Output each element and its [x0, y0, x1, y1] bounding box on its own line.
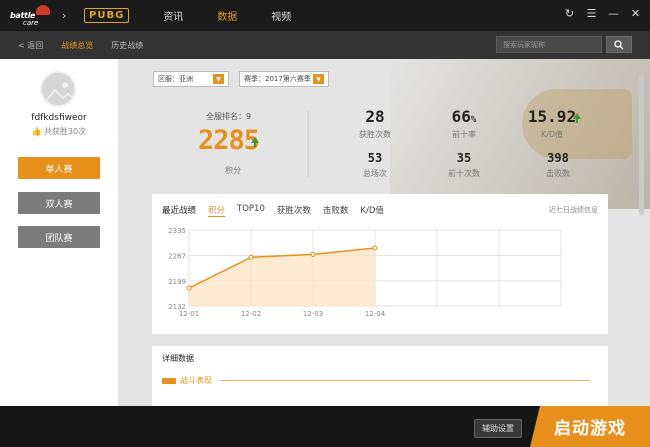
detail-title: 详细数据	[162, 353, 194, 364]
season-select[interactable]: 赛季：2017第六赛季 ▼	[239, 71, 329, 87]
pubg-game-logo[interactable]: PUBG	[84, 8, 129, 23]
refresh-icon[interactable]: ↻	[563, 7, 576, 20]
stat-matches-value: 53	[345, 151, 405, 165]
chevron-down-icon: ▼	[313, 74, 324, 84]
region-value: 区服：亚洲	[158, 74, 193, 84]
battlecare-logo[interactable]: battle care	[6, 0, 62, 31]
player-search-input[interactable]: 搜索玩家昵称	[496, 36, 602, 53]
tab-recent[interactable]: 最近战绩	[162, 204, 196, 217]
mode-duo-button[interactable]: 双人赛	[18, 192, 100, 214]
tab-kd[interactable]: K/D值	[360, 204, 383, 217]
wins-count: 👍共获胜30次	[0, 126, 118, 137]
detail-card: 详细数据 战斗表现	[152, 346, 608, 406]
tab-score[interactable]: 积分	[208, 204, 225, 217]
score-trend-chart: 213221992267233512-0112-0212-0312-04	[152, 224, 608, 332]
region-select[interactable]: 区服：亚洲 ▼	[153, 71, 229, 87]
tab-overview[interactable]: 战绩总览	[61, 40, 93, 51]
series-area	[189, 248, 375, 306]
assist-settings-button[interactable]: 辅助设置	[474, 419, 522, 438]
divider	[308, 111, 309, 177]
chevron-down-icon: ▼	[213, 74, 224, 84]
nav-tab-news[interactable]: 资讯	[163, 8, 183, 23]
wins-text: 共获胜30次	[44, 127, 86, 136]
minimize-icon[interactable]: —	[607, 7, 620, 20]
sub-bar: < 返回 战绩总览 历史战绩 搜索玩家昵称	[0, 31, 650, 59]
server-rank: 全服排名：9	[206, 111, 251, 122]
mode-squad-button[interactable]: 团队赛	[18, 226, 100, 248]
launch-game-button[interactable]: 启动游戏	[530, 406, 650, 447]
helmet-icon	[36, 5, 50, 15]
gun-icon	[162, 378, 176, 384]
stat-top10-count-value: 35	[434, 151, 494, 165]
stat-top10-count-label: 前十次数	[434, 168, 494, 179]
tab-top10[interactable]: TOP10	[237, 204, 265, 217]
data-point	[373, 246, 377, 250]
data-point	[311, 252, 315, 256]
stat-kills-label: 击败数	[528, 168, 588, 179]
avatar-placeholder-icon	[42, 73, 76, 107]
back-link[interactable]: < 返回	[18, 40, 43, 51]
combat-section-title: 战斗表现	[180, 375, 212, 386]
menu-icon[interactable]: ☰	[585, 7, 598, 20]
medal-icon: 👍	[32, 127, 42, 136]
score-label: 积分	[225, 165, 241, 176]
stat-wins-value: 28	[345, 107, 405, 126]
search-icon	[614, 40, 624, 50]
season-value: 赛季：2017第六赛季	[244, 74, 311, 84]
y-tick-label: 2335	[168, 227, 186, 235]
data-point	[249, 255, 253, 259]
top-bar: battle care › PUBG 资讯 数据 视频 ↻ ☰ — ✕	[0, 0, 650, 31]
x-tick-label: 12-03	[303, 310, 323, 318]
data-point	[187, 286, 191, 290]
stat-kd-label: K/D值	[522, 129, 582, 140]
bottom-bar: 辅助设置 启动游戏	[0, 406, 650, 447]
nav-tab-video[interactable]: 视频	[271, 8, 291, 23]
scrollbar[interactable]	[639, 75, 644, 215]
logo-text-care: care	[23, 19, 38, 27]
x-tick-label: 12-01	[179, 310, 199, 318]
tab-kills[interactable]: 击败数	[323, 204, 349, 217]
tab-wins[interactable]: 获胜次数	[277, 204, 311, 217]
y-tick-label: 2267	[168, 252, 186, 260]
section-divider	[220, 380, 590, 381]
tab-history[interactable]: 历史战绩	[111, 40, 143, 51]
recent-stats-card: 最近战绩 积分 TOP10 获胜次数 击败数 K/D值 近七日战绩信息 2132…	[152, 194, 608, 334]
nav-tab-data[interactable]: 数据	[217, 8, 237, 23]
username: fdfkdsfiweor	[0, 113, 118, 123]
stats-main: 区服：亚洲 ▼ 赛季：2017第六赛季 ▼ 全服排名：9 2285 积分 28 …	[118, 59, 650, 406]
stat-top10-rate-label: 前十率	[434, 129, 494, 140]
profile-panel: fdfkdsfiweor 👍共获胜30次 单人赛 双人赛 团队赛	[0, 59, 118, 406]
stat-matches-label: 总场次	[345, 168, 405, 179]
chart-tabs: 最近战绩 积分 TOP10 获胜次数 击败数 K/D值	[162, 204, 384, 217]
x-tick-label: 12-02	[241, 310, 261, 318]
avatar[interactable]	[40, 71, 76, 107]
background-artwork	[390, 59, 650, 209]
chevron-right-icon[interactable]: ›	[62, 9, 80, 22]
stat-wins-label: 获胜次数	[345, 129, 405, 140]
stat-top10-rate-value: 66%	[434, 107, 494, 126]
mode-solo-button[interactable]: 单人赛	[18, 157, 100, 179]
stat-kills-value: 398	[528, 151, 588, 165]
chart-hint: 近七日战绩信息	[549, 205, 598, 215]
close-icon[interactable]: ✕	[629, 7, 642, 20]
score-value: 2285	[198, 125, 259, 156]
y-tick-label: 2199	[168, 278, 186, 286]
x-tick-label: 12-04	[365, 310, 386, 318]
search-button[interactable]	[606, 36, 632, 53]
